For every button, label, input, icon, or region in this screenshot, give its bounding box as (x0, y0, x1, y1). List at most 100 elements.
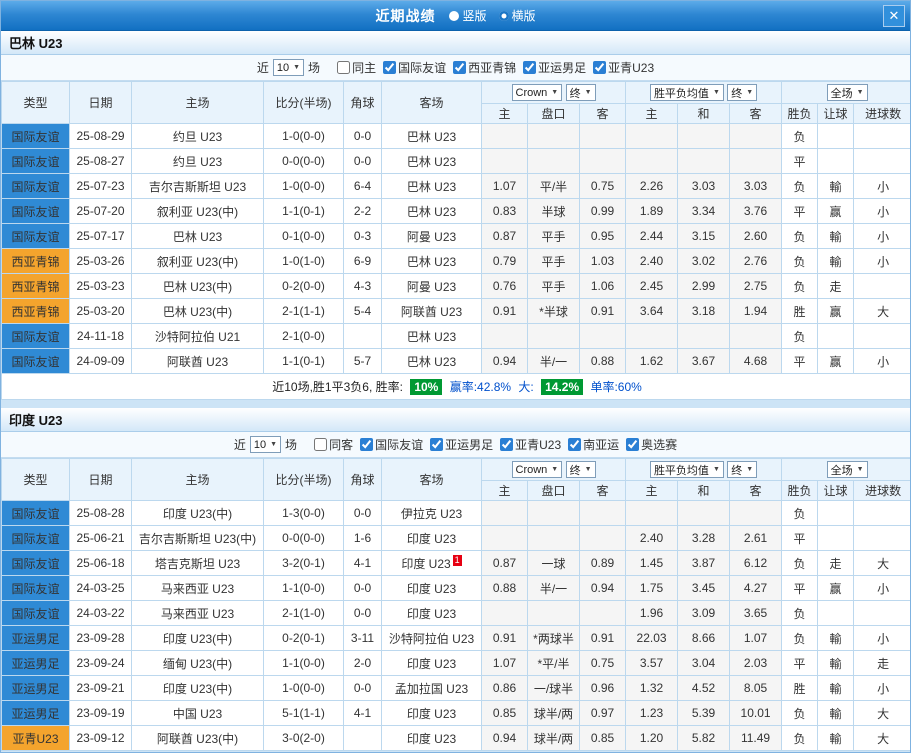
avg-stage-select[interactable]: 终 ▼ (727, 461, 757, 478)
checkbox-input[interactable] (453, 61, 466, 74)
goals-result (854, 274, 911, 299)
match-date: 25-07-23 (70, 174, 132, 199)
filter-checkbox-西亚青锦[interactable]: 西亚青锦 (453, 59, 516, 76)
match-date: 24-09-09 (70, 349, 132, 374)
col-header-handicap-result: 让球 (818, 104, 854, 124)
avg-select[interactable]: 胜平负均值 ▼ (650, 84, 724, 101)
match-date: 25-07-17 (70, 224, 132, 249)
match-row: 国际友谊25-07-20叙利亚 U23(中)1-1(0-1)2-2巴林 U230… (2, 199, 911, 224)
filter-bar: 近 10 ▼ 场 同客国际友谊亚运男足亚青U23南亚运奥选赛 (1, 432, 910, 458)
odds-stage-select[interactable]: 终 ▼ (566, 461, 596, 478)
checkbox-input[interactable] (314, 438, 327, 451)
checkbox-input[interactable] (383, 61, 396, 74)
radio-vertical-layout[interactable]: 竖版 (449, 7, 486, 24)
match-row: 国际友谊25-06-18塔吉克斯坦 U233-2(0-1)4-1印度 U2310… (2, 551, 911, 576)
handicap-result: 赢 (818, 299, 854, 324)
result: 负 (782, 626, 818, 651)
avg-odds-draw: 3.15 (678, 224, 730, 249)
filter-checkbox-国际友谊[interactable]: 国际友谊 (360, 436, 423, 453)
avg-odds-home: 2.40 (626, 249, 678, 274)
score: 2-1(1-0) (264, 601, 344, 626)
bookmaker-select[interactable]: Crown ▼ (512, 84, 563, 101)
avg-odds-away: 8.05 (730, 676, 782, 701)
filter-checkbox-奥选赛[interactable]: 奥选赛 (626, 436, 677, 453)
radio-horizontal-layout[interactable]: 横版 (499, 7, 536, 24)
match-date: 25-08-27 (70, 149, 132, 174)
checkbox-input[interactable] (626, 438, 639, 451)
filter-checkbox-国际友谊[interactable]: 国际友谊 (383, 59, 446, 76)
match-type: 国际友谊 (2, 501, 70, 526)
big-rate-badge: 14.2% (541, 379, 583, 395)
checkbox-label: 亚运男足 (445, 436, 493, 453)
avg-odds-away: 3.76 (730, 199, 782, 224)
avg-select-value: 胜平负均值 (654, 85, 709, 101)
match-date: 24-03-25 (70, 576, 132, 601)
filter-checkbox-同客[interactable]: 同客 (314, 436, 353, 453)
corners: 6-9 (344, 249, 382, 274)
filter-checkbox-亚运男足[interactable]: 亚运男足 (523, 59, 586, 76)
filter-checkbox-亚青U23[interactable]: 亚青U23 (593, 59, 654, 76)
checkbox-input[interactable] (523, 61, 536, 74)
checkbox-label: 南亚运 (583, 436, 619, 453)
match-row: 国际友谊25-08-29约旦 U231-0(0-0)0-0巴林 U23负 (2, 124, 911, 149)
match-date: 23-09-28 (70, 626, 132, 651)
filter-checkbox-南亚运[interactable]: 南亚运 (568, 436, 619, 453)
handicap-odds-home: 0.91 (482, 626, 528, 651)
checkbox-input[interactable] (360, 438, 373, 451)
close-button[interactable]: ✕ (883, 5, 905, 27)
avg-stage-select[interactable]: 终 ▼ (727, 84, 757, 101)
handicap-odds-away: 0.97 (580, 701, 626, 726)
handicap-result (818, 526, 854, 551)
col-header-home: 主场 (132, 459, 264, 501)
score: 1-3(0-0) (264, 501, 344, 526)
home-team: 巴林 U23 (132, 224, 264, 249)
filter-checkbox-同主[interactable]: 同主 (337, 59, 376, 76)
home-team: 塔吉克斯坦 U23 (132, 551, 264, 576)
checkbox-input[interactable] (593, 61, 606, 74)
scope-select[interactable]: 全场 ▼ (827, 461, 868, 478)
result: 负 (782, 224, 818, 249)
handicap-odds-home (482, 324, 528, 349)
match-type: 国际友谊 (2, 349, 70, 374)
match-type: 西亚青锦 (2, 274, 70, 299)
away-team: 印度 U23 (382, 701, 482, 726)
bookmaker-select[interactable]: Crown ▼ (512, 461, 563, 478)
corners: 0-0 (344, 501, 382, 526)
away-team: 巴林 U23 (382, 324, 482, 349)
home-team: 马来西亚 U23 (132, 601, 264, 626)
match-type: 西亚青锦 (2, 249, 70, 274)
near-label: 近 (257, 59, 269, 76)
match-count-value: 10 (277, 62, 289, 74)
match-type: 国际友谊 (2, 576, 70, 601)
handicap: 平手 (528, 249, 580, 274)
goals-result (854, 324, 911, 349)
avg-select[interactable]: 胜平负均值 ▼ (650, 461, 724, 478)
checkbox-input[interactable] (568, 438, 581, 451)
odds-stage-select[interactable]: 终 ▼ (566, 84, 596, 101)
checkbox-input[interactable] (500, 438, 513, 451)
result: 胜 (782, 676, 818, 701)
filter-checkbox-亚青U23[interactable]: 亚青U23 (500, 436, 561, 453)
handicap: 一球 (528, 551, 580, 576)
filter-checkbox-亚运男足[interactable]: 亚运男足 (430, 436, 493, 453)
match-count-select[interactable]: 10 ▼ (273, 59, 304, 76)
result: 负 (782, 501, 818, 526)
col-header-result: 胜负 (782, 104, 818, 124)
avg-odds-draw: 3.03 (678, 174, 730, 199)
handicap-odds-home (482, 601, 528, 626)
checkbox-input[interactable] (430, 438, 443, 451)
avg-odds-draw: 3.09 (678, 601, 730, 626)
avg-odds-home: 1.45 (626, 551, 678, 576)
match-count-select[interactable]: 10 ▼ (250, 436, 281, 453)
col-header-avg-home: 主 (626, 481, 678, 501)
handicap: *平/半 (528, 651, 580, 676)
checkbox-input[interactable] (337, 61, 350, 74)
handicap-result: 輸 (818, 676, 854, 701)
col-header-handicap: 盘口 (528, 104, 580, 124)
handicap-odds-away: 0.91 (580, 299, 626, 324)
radio-label: 横版 (512, 7, 536, 24)
avg-odds-away: 1.94 (730, 299, 782, 324)
avg-odds-home: 2.40 (626, 526, 678, 551)
scope-select[interactable]: 全场 ▼ (827, 84, 868, 101)
score: 2-1(1-1) (264, 299, 344, 324)
